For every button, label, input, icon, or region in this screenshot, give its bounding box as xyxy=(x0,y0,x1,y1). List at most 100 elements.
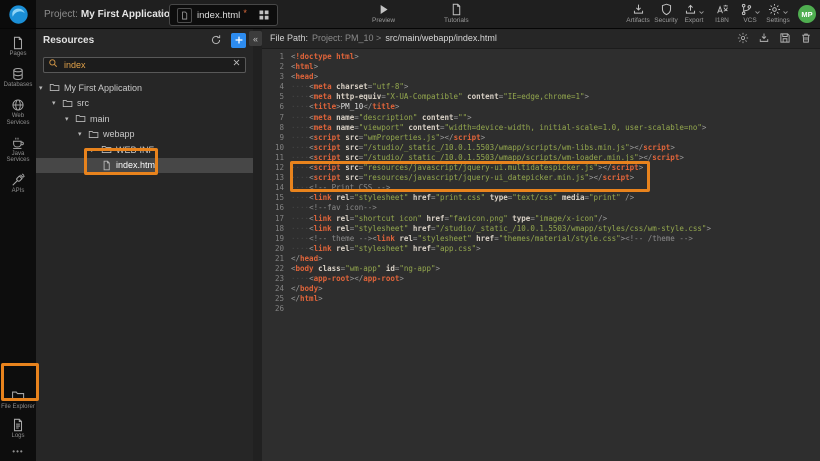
code-line[interactable]: 20····<link rel="stylesheet" href="app.c… xyxy=(262,244,820,254)
code-line[interactable]: 10····<script src="/studio/_static_/10.0… xyxy=(262,143,820,153)
tree-item-index-html[interactable]: index.html xyxy=(36,158,253,174)
wavemaker-logo-icon[interactable] xyxy=(0,0,36,28)
panel-divider xyxy=(253,28,262,461)
code-text: ····<link rel="stylesheet" href="/studio… xyxy=(291,224,711,234)
folder-icon xyxy=(101,144,112,155)
code-line[interactable]: 17····<link rel="shortcut icon" href="fa… xyxy=(262,214,820,224)
editor-settings-gear-icon[interactable] xyxy=(737,32,749,44)
line-number: 13 xyxy=(262,173,291,183)
topbar-export-button[interactable]: Export xyxy=(680,3,708,24)
code-text: ····<script src="/studio/_static_/10.0.1… xyxy=(291,143,675,153)
tree-item-web-inf[interactable]: ▸ WEB-INF xyxy=(36,142,253,158)
topbar-i18n-button[interactable]: I18N xyxy=(708,3,736,24)
code-line[interactable]: 14····<!-- Print CSS --> xyxy=(262,183,820,193)
tab-index-html[interactable]: index.html * xyxy=(169,4,278,26)
sidebar-item-file-explorer[interactable]: File Explorer xyxy=(0,389,36,411)
line-number: 23 xyxy=(262,274,291,284)
sidebar-item-label: File Explorer xyxy=(1,404,35,411)
tree-item-main[interactable]: ▾main xyxy=(36,111,253,127)
code-line[interactable]: 13····<script src="resources/javascript/… xyxy=(262,173,820,183)
save-icon[interactable] xyxy=(779,32,791,44)
code-line[interactable]: 22<body class="wm-app" id="ng-app"> xyxy=(262,264,820,274)
download-icon xyxy=(632,3,645,16)
code-line[interactable]: 18····<link rel="stylesheet" href="/stud… xyxy=(262,224,820,234)
code-line[interactable]: 25</html> xyxy=(262,294,820,304)
topbar-vcs-button[interactable]: VCS xyxy=(736,3,764,24)
topbar-settings-button[interactable]: Settings xyxy=(764,3,792,24)
toolbar-button-label: VCS xyxy=(743,17,756,24)
caret-down-icon[interactable]: ▾ xyxy=(65,115,75,123)
delete-trash-icon[interactable] xyxy=(800,32,812,44)
collapse-panel-button[interactable]: « xyxy=(249,31,262,46)
code-line[interactable]: 26 xyxy=(262,304,820,314)
preview-button[interactable]: Preview xyxy=(372,3,395,24)
topbar-artifacts-button[interactable]: Artifacts xyxy=(624,3,652,24)
line-number: 17 xyxy=(262,214,291,224)
code-line[interactable]: 12····<script src="resources/javascript/… xyxy=(262,163,820,173)
line-number: 4 xyxy=(262,82,291,92)
caret-down-icon[interactable]: ▾ xyxy=(52,99,62,107)
sidebar-item-web-services[interactable]: Web Services xyxy=(0,98,36,127)
line-number: 24 xyxy=(262,284,291,294)
search-input[interactable] xyxy=(43,57,246,73)
sidebar-item-apis[interactable]: APIs xyxy=(0,173,36,195)
code-line[interactable]: 16····<!--fav icon--> xyxy=(262,203,820,213)
shield-icon xyxy=(660,3,673,16)
file-path-label: File Path: xyxy=(270,33,308,43)
code-line[interactable]: 23····<app-root></app-root> xyxy=(262,274,820,284)
sidebar-item-label: Databases xyxy=(1,82,35,89)
code-line[interactable]: 2<html> xyxy=(262,62,820,72)
code-line[interactable]: 6····<title>PM_10</title> xyxy=(262,102,820,112)
download-file-icon[interactable] xyxy=(758,32,770,44)
sidebar-item-label: Java Services xyxy=(1,151,35,165)
search-icon xyxy=(48,58,58,68)
tree-item-webapp[interactable]: ▾webapp xyxy=(36,127,253,143)
code-line[interactable]: 7····<meta name="description" content=""… xyxy=(262,113,820,123)
tutorials-button[interactable]: Tutorials xyxy=(444,3,469,24)
code-line[interactable]: 15····<link rel="stylesheet" href="print… xyxy=(262,193,820,203)
file-path-bar: File Path: Project: PM_10 > src/main/web… xyxy=(262,28,820,49)
clear-search-icon[interactable] xyxy=(232,58,241,67)
tree-item-label: WEB-INF xyxy=(116,145,154,155)
code-editor[interactable]: 1<!doctype html>2<html>3<head>4····<meta… xyxy=(262,49,820,314)
code-line[interactable]: 19····<!-- theme --><link rel="styleshee… xyxy=(262,234,820,244)
more-options-button[interactable]: ••• xyxy=(12,447,23,456)
sidebar-item-logs[interactable]: Logs xyxy=(0,418,36,440)
play-icon xyxy=(377,3,390,16)
sidebar-item-label: APIs xyxy=(1,188,35,195)
preview-label: Preview xyxy=(372,17,395,24)
sidebar-item-pages[interactable]: Pages xyxy=(0,36,36,58)
sidebar-item-java-services[interactable]: Java Services xyxy=(0,136,36,165)
tree-item-my-first-application[interactable]: ▾My First Application xyxy=(36,80,253,96)
toolbar-button-label: Export xyxy=(685,17,704,24)
caret-right-icon[interactable]: ▸ xyxy=(91,146,101,154)
left-rail: Pages Databases Web Services Java Services A… xyxy=(0,28,36,461)
avatar[interactable]: MP xyxy=(798,5,816,23)
branch-icon xyxy=(740,3,753,16)
refresh-icon[interactable] xyxy=(210,34,222,46)
toolbar-button-label: Artifacts xyxy=(626,17,649,24)
add-resource-button[interactable] xyxy=(231,33,246,48)
line-number: 12 xyxy=(262,163,291,173)
code-line[interactable]: 5····<meta http-equiv="X-UA-Compatible" … xyxy=(262,92,820,102)
line-number: 3 xyxy=(262,72,291,82)
caret-down-icon[interactable]: ▾ xyxy=(78,130,88,138)
line-number: 10 xyxy=(262,143,291,153)
code-line[interactable]: 1<!doctype html> xyxy=(262,52,820,62)
grid-icon[interactable] xyxy=(258,9,270,21)
code-line[interactable]: 3<head> xyxy=(262,72,820,82)
topbar-security-button[interactable]: Security xyxy=(652,3,680,24)
tree-item-src[interactable]: ▾src xyxy=(36,96,253,112)
code-text: ····<app-root></app-root> xyxy=(291,274,404,284)
code-text: ····<!--fav icon--> xyxy=(291,203,377,213)
caret-down-icon[interactable]: ▾ xyxy=(39,84,49,92)
code-line[interactable]: 21</head> xyxy=(262,254,820,264)
code-line[interactable]: 9····<script src="wmProperties.js"></scr… xyxy=(262,133,820,143)
code-line[interactable]: 8····<meta name="viewport" content="widt… xyxy=(262,123,820,133)
code-text: ····<title>PM_10</title> xyxy=(291,102,399,112)
code-line[interactable]: 4····<meta charset="utf-8"> xyxy=(262,82,820,92)
code-line[interactable]: 11····<script src="/studio/_static_/10.0… xyxy=(262,153,820,163)
code-line[interactable]: 24</body> xyxy=(262,284,820,294)
sidebar-item-databases[interactable]: Databases xyxy=(0,67,36,89)
line-number: 1 xyxy=(262,52,291,62)
